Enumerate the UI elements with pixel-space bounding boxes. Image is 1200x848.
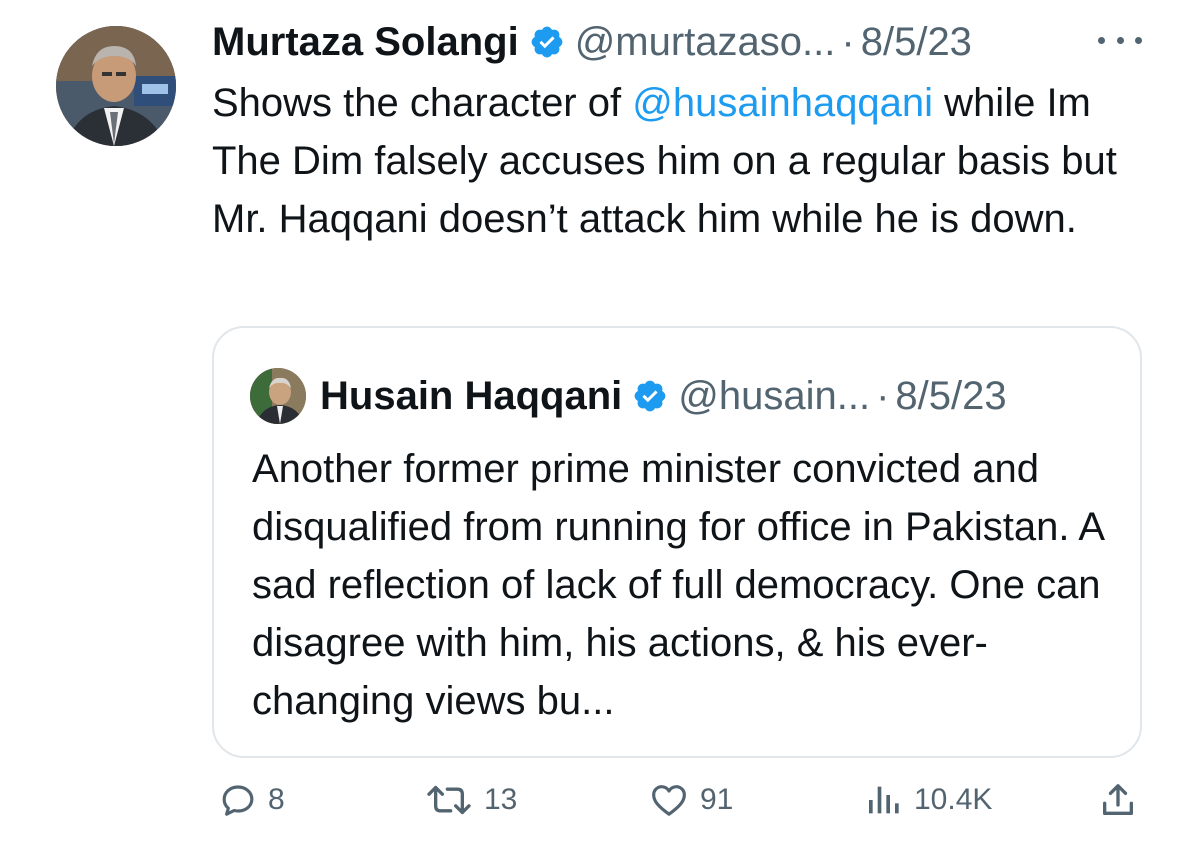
retweet-button[interactable]: 13	[424, 780, 517, 820]
like-button[interactable]: 91	[648, 780, 733, 820]
author-avatar-image	[56, 26, 176, 146]
share-button[interactable]	[1098, 780, 1148, 820]
tweet-text: Shows the character of @husainhaqqani wh…	[212, 74, 1162, 248]
author-avatar[interactable]	[56, 26, 176, 146]
quoted-author-avatar	[250, 368, 306, 424]
quoted-author-name[interactable]: Husain Haqqani	[320, 374, 622, 419]
quoted-tweet-text: Another former prime minister convicted …	[252, 447, 1103, 723]
quoted-author-handle[interactable]: @husain...	[678, 374, 870, 419]
author-name[interactable]: Murtaza Solangi	[212, 20, 519, 65]
tweet-date[interactable]: 8/5/23	[861, 20, 972, 65]
tweet-header: Murtaza Solangi @murtazaso... · 8/5/23	[212, 14, 972, 70]
views-count: 10.4K	[914, 783, 993, 816]
views-icon	[869, 786, 899, 814]
more-icon[interactable]	[1098, 30, 1142, 50]
tweet-text-start: Shows the character of	[212, 81, 633, 125]
views-button[interactable]: 10.4K	[864, 780, 992, 820]
like-count: 91	[700, 783, 734, 816]
retweet-icon	[427, 785, 471, 815]
verified-badge-icon	[529, 24, 565, 60]
separator: ·	[876, 373, 890, 418]
separator: ·	[841, 19, 855, 64]
author-handle[interactable]: @murtazaso...	[575, 20, 836, 65]
reply-button[interactable]: 8	[218, 780, 285, 820]
mention-link[interactable]: @husainhaqqani	[632, 81, 933, 125]
quoted-tweet-header: Husain Haqqani @husain... · 8/5/23	[250, 368, 1007, 424]
quoted-tweet-date[interactable]: 8/5/23	[895, 374, 1006, 419]
like-icon	[652, 785, 686, 816]
verified-badge-icon	[632, 378, 668, 414]
quoted-tweet[interactable]: Husain Haqqani @husain... · 8/5/23 Anoth…	[212, 326, 1142, 758]
retweet-count: 13	[484, 783, 518, 816]
reply-count: 8	[268, 783, 285, 816]
action-bar: 8 13 91 10.4K	[0, 772, 1200, 844]
share-icon	[1103, 784, 1133, 815]
reply-icon	[222, 785, 254, 816]
